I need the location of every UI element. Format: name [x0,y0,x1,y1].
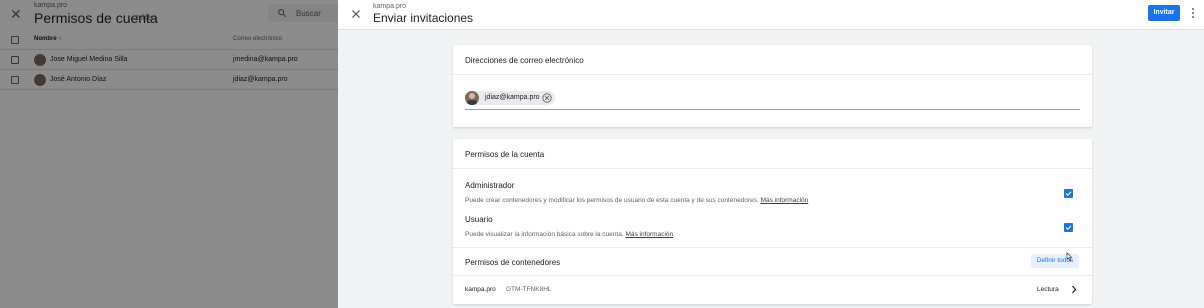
close-icon[interactable] [350,8,362,20]
email-card-header: Direcciones de correo electrónico [453,45,1092,75]
container-role[interactable]: Lectura [1037,286,1059,293]
container-id: GTM-TFNK8HL [506,286,552,293]
pointer-cursor-icon [1066,252,1073,262]
user-more-info-link[interactable]: Más información [625,231,673,238]
account-permissions-label: Permisos de la cuenta [465,150,545,159]
section-divider [453,247,1092,248]
email-chip[interactable]: jdiaz@kampa.pro [465,91,555,105]
chip-email: jdiaz@kampa.pro [485,94,540,101]
section-divider [453,275,1092,276]
permissions-card: Permisos de la cuenta Administrador Pued… [453,139,1092,304]
admin-title: Administrador [465,181,515,190]
email-section-label: Direcciones de correo electrónico [465,56,584,65]
chevron-right-icon[interactable] [1071,285,1077,294]
email-card: Direcciones de correo electrónico jdiaz@… [453,45,1092,127]
admin-checkbox[interactable] [1064,189,1073,198]
invite-panel: kampa.pro Enviar invitaciones Invitar Di… [338,0,1204,308]
panel-subtitle: kampa.pro [373,3,407,10]
email-input-underline[interactable] [465,109,1080,110]
avatar [465,91,479,105]
panel-title: Enviar invitaciones [373,11,474,25]
invite-button[interactable]: Invitar [1148,5,1180,21]
user-checkbox[interactable] [1064,223,1073,232]
panel-header: kampa.pro Enviar invitaciones Invitar [338,0,1204,30]
admin-description: Puede crear contenedores y modificar los… [465,197,809,204]
more-vert-icon[interactable] [1190,7,1196,19]
container-permissions-label: Permisos de contenedores [465,258,561,267]
permissions-card-header: Permisos de la cuenta [453,139,1092,169]
user-description: Puede visualizar la información básica s… [465,231,674,238]
admin-more-info-link[interactable]: Más información [761,197,809,204]
user-title: Usuario [465,215,493,224]
container-name: kampa.pro [465,286,496,293]
remove-chip-icon[interactable] [542,93,552,103]
